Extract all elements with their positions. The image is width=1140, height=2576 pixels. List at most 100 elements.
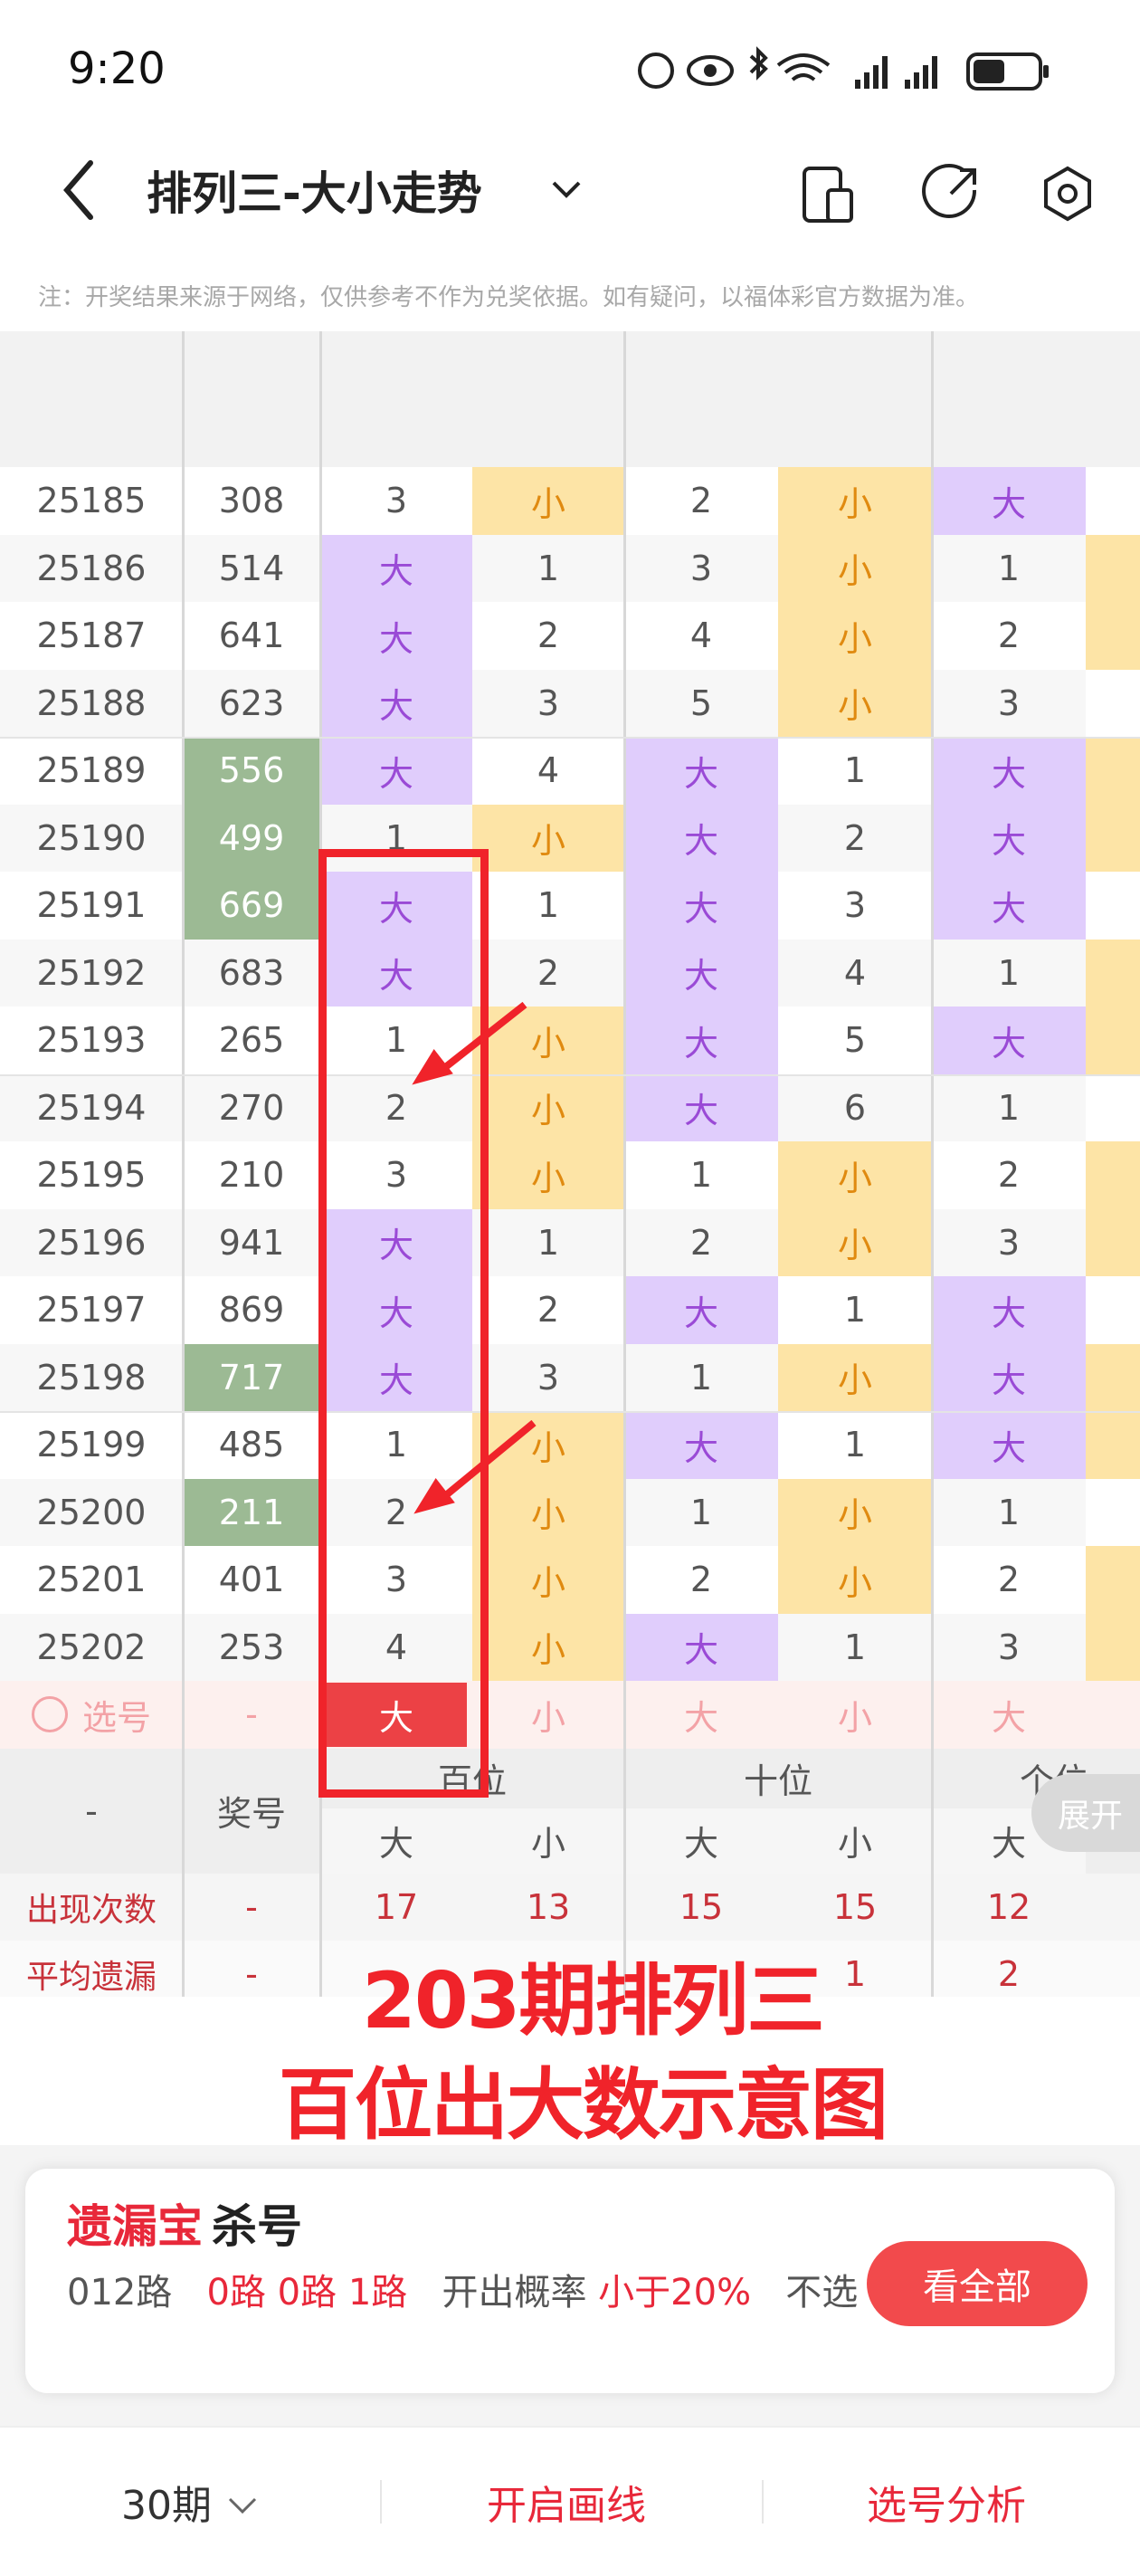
footer-sub: 小 (472, 1808, 624, 1874)
footer-group: 十位 (743, 1761, 812, 1801)
table-row-period: 25194 (0, 1073, 183, 1141)
table-row-number: 401 (183, 1546, 320, 1614)
table-cell: 小 (472, 1007, 624, 1074)
table-cell: 1 (932, 1478, 1086, 1546)
promo-title-suffix: 杀号 (212, 2200, 302, 2253)
table-row-number: 253 (183, 1613, 320, 1681)
table-cell-overflow (1086, 534, 1140, 602)
stat-cell: 15 (832, 1886, 878, 1927)
table-cell: 3 (932, 1208, 1086, 1276)
table-cell: 2 (472, 939, 624, 1007)
table-cell: 小 (778, 1208, 932, 1276)
table-row-period: 25198 (0, 1343, 183, 1411)
table-cell: 大 (932, 804, 1086, 872)
table-cell: 2 (778, 804, 932, 872)
hd-icon (638, 52, 674, 89)
table-cell: 3 (932, 669, 1086, 737)
table-row-number: 211 (183, 1478, 320, 1546)
table-cell: 小 (778, 669, 932, 737)
pick-cell[interactable]: 大 (932, 1681, 1086, 1749)
table-cell: 6 (778, 1073, 932, 1141)
status-time: 9:20 (68, 43, 166, 94)
chevron-down-icon (228, 2497, 257, 2514)
table-row-number: 641 (183, 602, 320, 670)
table-row-number: 514 (183, 534, 320, 602)
pick-row-dash: - (245, 1694, 258, 1735)
table-cell: 大 (624, 804, 778, 872)
table-row-period: 25191 (0, 872, 183, 940)
table-cell-overflow (1086, 1007, 1140, 1074)
back-arrow-icon[interactable] (54, 154, 109, 226)
table-cell: 大 (624, 737, 778, 805)
table-cell: 5 (624, 669, 778, 737)
table-cell-overflow (1086, 872, 1140, 940)
table-row-period: 25199 (0, 1411, 183, 1479)
table-cell: 大 (932, 872, 1086, 940)
table-cell: 大 (624, 872, 778, 940)
grid-line (182, 331, 185, 1997)
table-cell-overflow (1086, 1343, 1140, 1411)
table-cell-overflow (1086, 1208, 1140, 1276)
table-row-number: 669 (183, 872, 320, 940)
table-cell: 小 (778, 1546, 932, 1614)
table-cell: 小 (778, 534, 932, 602)
table-cell: 大 (320, 737, 472, 805)
footer-number: 奖号 (216, 1794, 286, 1834)
status-icons (638, 46, 1049, 91)
table-cell: 3 (624, 534, 778, 602)
pick-analysis-button[interactable]: 选号分析 (867, 2473, 1026, 2531)
page-title[interactable]: 排列三-大小走势 (147, 157, 482, 223)
table-cell: 2 (472, 602, 624, 670)
table-cell: 大 (320, 602, 472, 670)
table-cell-overflow (1086, 602, 1140, 670)
table-row-period: 25189 (0, 737, 183, 805)
table-row-number: 717 (183, 1343, 320, 1411)
pick-cell[interactable]: 小 (778, 1681, 932, 1749)
table-cell: 4 (778, 939, 932, 1007)
pick-cell[interactable]: 大 (624, 1681, 778, 1749)
table-cell: 1 (624, 1343, 778, 1411)
expand-button[interactable]: 展开 (1031, 1774, 1140, 1852)
table-cell: 小 (778, 602, 932, 670)
table-cell-overflow (1086, 1276, 1140, 1344)
draw-lines-button[interactable]: 开启画线 (487, 2473, 646, 2531)
table-cell-overflow (1086, 467, 1140, 535)
grid-line (0, 1411, 1140, 1413)
share-icon[interactable] (918, 163, 982, 226)
pick-row-label[interactable]: 选号 (0, 1681, 183, 1749)
annotation-title: 203期排列三 (362, 1956, 825, 2046)
table-cell: 1 (778, 737, 932, 805)
table-cell: 小 (472, 1141, 624, 1209)
promo-description: 012路 0路 0路 1路 开出概率 小于20% 不选 (67, 2263, 863, 2323)
footer-dash: - (85, 1790, 98, 1831)
table-row-period: 25187 (0, 602, 183, 670)
divider (762, 2480, 764, 2524)
table-cell: 大 (932, 1411, 1086, 1479)
table-cell: 1 (472, 1208, 624, 1276)
chevron-down-icon[interactable] (548, 172, 584, 208)
settings-icon[interactable] (1040, 163, 1095, 226)
table-cell: 5 (778, 1007, 932, 1074)
period-select[interactable]: 30期 (121, 2473, 261, 2531)
table-cell: 3 (472, 669, 624, 737)
view-all-button[interactable]: 看全部 (867, 2241, 1088, 2326)
table-row-period: 25202 (0, 1613, 183, 1681)
table-cell: 大 (320, 534, 472, 602)
promo-text-c: 开出概率 (442, 2272, 587, 2314)
table-cell: 1 (778, 1613, 932, 1681)
pick-cell[interactable]: 小 (472, 1681, 624, 1749)
phone-icon[interactable] (801, 163, 855, 226)
table-cell: 小 (472, 1073, 624, 1141)
table-cell: 2 (624, 1208, 778, 1276)
table-row-number: 556 (183, 737, 320, 805)
table-cell: 3 (320, 467, 472, 535)
table-cell: 1 (932, 534, 1086, 602)
table-cell: 大 (932, 467, 1086, 535)
table-cell: 小 (472, 804, 624, 872)
annotation-rectangle (318, 849, 489, 1798)
wifi-icon (776, 53, 831, 81)
table-cell: 大 (320, 669, 472, 737)
table-cell: 小 (778, 1343, 932, 1411)
table-cell: 3 (472, 1343, 624, 1411)
stat-label: 平均遗漏 (25, 1959, 157, 1997)
